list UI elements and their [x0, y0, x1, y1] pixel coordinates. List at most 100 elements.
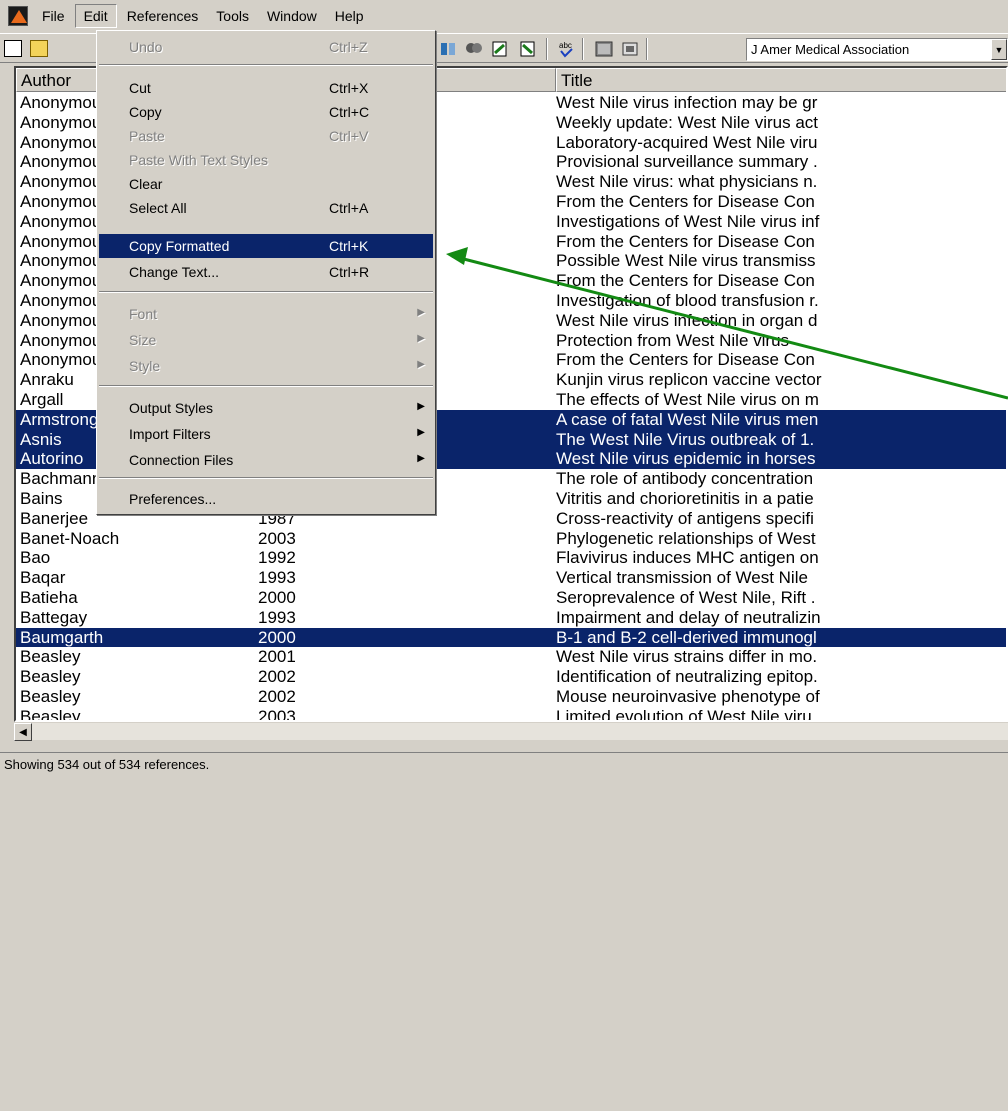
insert-citation-icon[interactable] — [438, 39, 458, 59]
table-row[interactable]: Beasley 2003 Limited evolution of West Nil… — [16, 706, 1006, 722]
menu-item-copy[interactable]: Copy Ctrl+C — [99, 100, 433, 124]
title-cell: Flavivirus induces MHC antigen on — [556, 548, 819, 568]
title-cell: The effects of West Nile virus on m — [556, 389, 819, 409]
menu-item-copy-shortcut: Ctrl+C — [329, 104, 370, 120]
menu-item-style-label: Style — [129, 358, 161, 374]
menu-item-paste-with-text-styles[interactable]: Paste With Text Styles — [99, 148, 433, 172]
menu-help[interactable]: Help — [327, 5, 372, 27]
menu-separator — [99, 385, 433, 387]
menu-item-size-label: Size — [129, 332, 157, 348]
title-cell: Identification of neutralizing epitop. — [556, 667, 818, 687]
submenu-arrow-icon: ▶ — [417, 427, 425, 438]
column-header-author-label: Author — [21, 71, 72, 90]
column-header-title-label: Title — [561, 71, 593, 90]
svg-text:abc: abc — [559, 41, 572, 50]
menu-tools[interactable]: Tools — [208, 5, 257, 27]
menu-item-connection-files[interactable]: Connection Files ▶ — [99, 448, 433, 472]
menu-edit[interactable]: Edit — [74, 4, 117, 28]
menu-bar: File Edit References Tools Window Help — [0, 0, 1008, 32]
find-citation-icon[interactable] — [464, 39, 484, 59]
menu-item-cut[interactable]: Cut Ctrl+X — [99, 76, 433, 100]
menu-item-copy-formatted-label: Copy Formatted — [129, 238, 230, 254]
table-row[interactable]: Batieha 2000 Seroprevalence of West Nile, … — [16, 587, 1006, 608]
title-cell: The role of antibody concentration — [556, 469, 814, 489]
table-row[interactable]: Bao 1992 Flavivirus induces MHC antigen on — [16, 548, 1006, 568]
edit-menu-dropdown: Undo Ctrl+Z Cut Ctrl+X Copy Ctrl+C Paste Ctr… — [96, 30, 436, 488]
horizontal-scrollbar[interactable]: ◀ — [14, 722, 1008, 741]
title-cell: Provisional surveillance summary . — [556, 152, 818, 172]
table-row[interactable]: Battegay 1993 Impairment and delay of neut… — [16, 608, 1006, 628]
author-cell: Baumgarth — [20, 627, 104, 647]
scroll-left-icon[interactable]: ◀ — [14, 723, 32, 741]
menu-item-import-filters[interactable]: Import Filters ▶ — [99, 422, 433, 446]
output-style-select[interactable]: J Amer Medical Association ▼ — [746, 38, 1008, 61]
menu-item-copy-label: Copy — [129, 104, 162, 120]
year-cell: 1993 — [258, 568, 296, 588]
format-bibliography-icon[interactable] — [490, 39, 510, 59]
title-cell: West Nile virus infection may be gr — [556, 93, 818, 112]
new-document-icon[interactable] — [4, 40, 22, 57]
author-cell: Bao — [20, 548, 51, 568]
chevron-down-icon[interactable]: ▼ — [991, 39, 1007, 60]
title-cell: From the Centers for Disease Con — [556, 191, 815, 211]
menu-item-output-styles-label: Output Styles — [129, 400, 214, 416]
menu-item-font[interactable]: Font ▶ — [99, 302, 433, 326]
menu-separator — [99, 291, 433, 293]
title-cell: West Nile virus: what physicians n. — [556, 172, 818, 192]
menu-item-size[interactable]: Size ▶ — [99, 328, 433, 352]
year-cell: 2001 — [258, 647, 296, 667]
toolbar-separator — [646, 38, 648, 60]
table-row[interactable]: Banet-Noach 2003 Phylogenetic relationship… — [16, 528, 1006, 549]
menu-separator — [99, 64, 433, 66]
menu-item-style[interactable]: Style ▶ — [99, 354, 433, 378]
menu-item-copy-formatted[interactable]: Copy Formatted Ctrl+K — [99, 234, 433, 258]
table-row[interactable]: Baumgarth 2000 B-1 and B-2 cell-derived im… — [16, 627, 1006, 648]
title-cell: From the Centers for Disease Con — [556, 350, 815, 370]
menu-item-cut-shortcut: Ctrl+X — [329, 80, 369, 96]
table-row[interactable]: Beasley 2002 Mouse neuroinvasive phenotype… — [16, 687, 1006, 707]
title-cell: Seroprevalence of West Nile, Rift . — [556, 587, 816, 607]
menu-file[interactable]: File — [34, 5, 73, 27]
menu-references[interactable]: References — [119, 5, 207, 27]
menu-item-select-all-label: Select All — [129, 200, 187, 216]
menu-item-undo-shortcut: Ctrl+Z — [329, 39, 368, 55]
title-cell: Vitritis and chorioretinitis in a patie — [556, 488, 814, 508]
object-icon[interactable] — [620, 39, 640, 59]
menu-item-import-filters-label: Import Filters — [129, 426, 211, 442]
menu-item-paste[interactable]: Paste Ctrl+V — [99, 124, 433, 148]
table-row[interactable]: Beasley 2001 West Nile virus strains diffe… — [16, 647, 1006, 667]
submenu-arrow-icon: ▶ — [417, 333, 425, 344]
menu-item-paste-label: Paste — [129, 128, 165, 144]
return-to-word-icon[interactable] — [518, 39, 538, 59]
year-cell: 2000 — [258, 627, 296, 647]
menu-window[interactable]: Window — [259, 5, 325, 27]
menu-item-change-text[interactable]: Change Text... Ctrl+R — [99, 260, 433, 284]
table-row[interactable]: Beasley 2002 Identification of neutralizin… — [16, 667, 1006, 687]
table-row[interactable]: Baqar 1993 Vertical transmission of West N… — [16, 568, 1006, 588]
menu-item-select-all[interactable]: Select All Ctrl+A — [99, 196, 433, 220]
title-cell: Kunjin virus replicon vaccine vector — [556, 370, 822, 390]
image-icon[interactable] — [594, 39, 614, 59]
toolbar-separator — [546, 38, 548, 60]
author-cell: Baqar — [20, 568, 66, 588]
spell-check-icon[interactable]: abc — [556, 39, 576, 59]
title-cell: The West Nile Virus outbreak of 1. — [556, 429, 815, 449]
open-folder-icon[interactable] — [30, 40, 48, 57]
title-cell: Phylogenetic relationships of West — [556, 528, 816, 548]
title-cell: Investigation of blood transfusion r. — [556, 290, 819, 310]
menu-item-undo[interactable]: Undo Ctrl+Z — [99, 35, 433, 59]
title-cell: Limited evolution of West Nile viru. — [556, 706, 817, 722]
endnote-app-icon[interactable] — [8, 6, 28, 26]
column-header-title[interactable]: Title — [556, 68, 1006, 92]
menu-item-clear[interactable]: Clear — [99, 172, 433, 196]
year-cell: 1992 — [258, 548, 296, 568]
title-cell: Cross-reactivity of antigens specifi — [556, 508, 814, 528]
menu-item-change-text-shortcut: Ctrl+R — [329, 264, 370, 280]
menu-item-preferences[interactable]: Preferences... — [99, 487, 433, 511]
year-cell: 2003 — [258, 706, 296, 722]
title-cell: Weekly update: West Nile virus act — [556, 112, 819, 132]
menu-item-output-styles[interactable]: Output Styles ▶ — [99, 396, 433, 420]
submenu-arrow-icon: ▶ — [417, 401, 425, 412]
author-cell: Beasley — [20, 647, 81, 667]
menu-item-copy-formatted-shortcut: Ctrl+K — [329, 238, 369, 254]
